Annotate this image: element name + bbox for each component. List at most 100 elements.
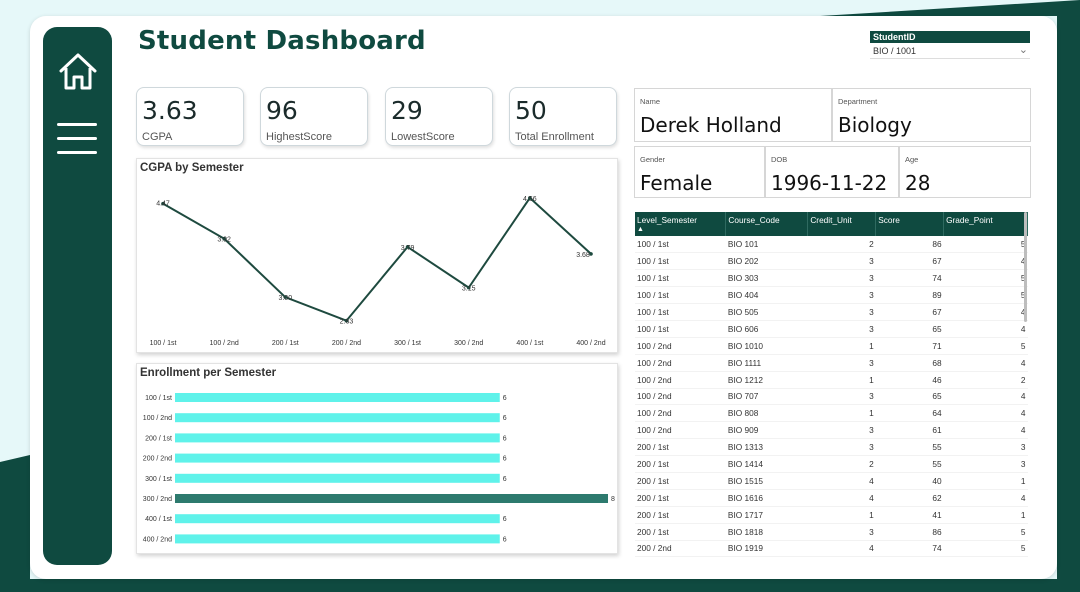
table-row[interactable]: 200 / 1st BIO 1818 3 86 5 (635, 523, 1028, 541)
kpi-label: Total Enrollment (515, 131, 594, 143)
student-id-slicer[interactable]: StudentID BIO / 1001 ⌄ (870, 31, 1030, 59)
sort-ascending-icon[interactable]: ▲ (637, 226, 644, 233)
table-cell: 1 (807, 404, 876, 423)
table-cell: BIO 1717 (725, 506, 808, 524)
y-tick-label: 400 / 2nd (143, 536, 172, 543)
table-cell: 67 (875, 303, 944, 321)
table-cell: BIO 1616 (725, 489, 808, 507)
table-cell: 1 (807, 337, 876, 355)
slicer-dropdown[interactable]: BIO / 1001 ⌄ (870, 43, 1030, 59)
column-header[interactable]: Credit_Unit (807, 212, 877, 236)
table-cell: 46 (875, 371, 944, 389)
table-cell: BIO 101 (725, 236, 808, 254)
table-cell: 67 (875, 252, 944, 271)
courses-table: Level_Semester ▲ Course_Code Credit_Unit Sco… (635, 212, 1028, 558)
table-cell: 2 (807, 236, 876, 254)
enrollment-bar (175, 473, 500, 483)
column-header[interactable]: Level_Semester ▲ (635, 212, 727, 236)
table-cell: 2 (807, 455, 876, 473)
table-cell: 55 (875, 438, 944, 457)
table-cell: 64 (875, 404, 944, 423)
table-cell: 100 / 2nd (635, 421, 726, 440)
table-cell: 200 / 1st (635, 455, 726, 473)
table-row[interactable]: 100 / 1stBIO 3033745 (635, 269, 1028, 288)
data-label: 4.47 (156, 201, 170, 208)
column-header[interactable]: Grade_Point (943, 212, 1028, 236)
column-header[interactable]: Score (875, 212, 945, 236)
table-cell: 4 (943, 421, 1028, 440)
table-cell: 41 (875, 506, 944, 524)
table-cell: 5 (943, 540, 1028, 558)
table-cell: 100 / 1st (635, 252, 726, 271)
info-label: Name (640, 97, 661, 106)
kpi-value: 3.63 (142, 96, 198, 125)
y-tick-label: 100 / 1st (145, 395, 172, 402)
student-gender: Female (640, 171, 713, 195)
student-dob: 1996-11-22 (771, 171, 888, 195)
table-cell: 4 (807, 540, 876, 558)
table-cell: 74 (875, 269, 944, 288)
kpi-card-highest-score: 96 HighestScore (260, 87, 368, 146)
info-label: DOB (771, 155, 788, 164)
table-row[interactable]: 100 / 1st BIO 606 3 65 4 (635, 320, 1028, 338)
table-row[interactable]: 100 / 2nd BIO 808 1 64 4 (635, 404, 1028, 423)
table-cell: 61 (875, 421, 944, 440)
data-label: 3.15 (462, 286, 476, 293)
table-cell: BIO 606 (725, 320, 808, 338)
table-row[interactable]: 100 / 1stBIO 2023674 (635, 252, 1028, 271)
table-cell: 3 (807, 354, 876, 372)
table-cell: BIO 1313 (725, 438, 808, 457)
x-tick-label: 100 / 1st (150, 340, 177, 347)
table-row[interactable]: 100 / 1stBIO 4043895 (635, 286, 1028, 305)
home-icon[interactable] (57, 49, 99, 93)
table-row[interactable]: 200 / 1st BIO 1414 2 55 3 (635, 455, 1028, 473)
table-cell: BIO 1919 (725, 540, 808, 558)
table-cell: 200 / 1st (635, 489, 726, 507)
data-label: 6 (503, 415, 507, 422)
table-cell: 5 (943, 269, 1028, 288)
table-row[interactable]: 100 / 2nd BIO 1010 1 71 5 (635, 337, 1028, 355)
data-label: 6 (503, 435, 507, 442)
table-cell: BIO 1212 (725, 371, 808, 389)
table-row[interactable]: 100 / 2nd BIO 1212 1 46 2 (635, 371, 1028, 389)
kpi-value: 96 (266, 96, 298, 125)
data-label: 6 (503, 536, 507, 543)
slicer-value: BIO / 1001 (873, 46, 917, 56)
table-cell: 4 (943, 303, 1028, 321)
table-row[interactable]: 100 / 2nd BIO 1111 3 68 4 (635, 354, 1028, 372)
table-cell: 3 (807, 523, 876, 541)
table-row[interactable]: 200 / 1st BIO 1515 4 40 1 (635, 472, 1028, 490)
table-cell: 65 (875, 320, 944, 338)
table-row[interactable]: 100 / 2nd BIO 909 3 61 4 (635, 421, 1028, 440)
enrollment-bar (175, 494, 608, 503)
table-row[interactable]: 100 / 2nd BIO 707 3 65 4 (635, 388, 1028, 406)
kpi-label: HighestScore (266, 131, 333, 143)
y-tick-label: 300 / 1st (145, 476, 172, 483)
chevron-down-icon[interactable]: ⌄ (1019, 43, 1028, 56)
table-cell: 200 / 1st (635, 506, 726, 524)
table-cell: 3 (807, 438, 876, 457)
menu-icon[interactable] (57, 123, 99, 157)
x-tick-label: 100 / 2nd (210, 340, 239, 347)
table-cell: 3 (807, 286, 876, 305)
table-cell: 200 / 1st (635, 472, 726, 490)
table-row[interactable]: 200 / 1st BIO 1616 4 62 4 (635, 489, 1028, 507)
enrollment-bar-chart: 100 / 1st 6 100 / 2nd 6 200 / 1st 6 200 / 2nd 6… (143, 393, 615, 544)
kpi-label: LowestScore (391, 131, 455, 143)
table-cell: BIO 1818 (725, 523, 808, 541)
table-row[interactable]: 100 / 1stBIO 1012865 (635, 236, 1028, 254)
info-card-gender: Gender Female (634, 146, 765, 198)
table-row[interactable]: 100 / 1stBIO 5053674 (635, 303, 1028, 321)
table-row[interactable]: 200 / 1st BIO 1313 3 55 3 (635, 438, 1028, 457)
table-cell: BIO 1010 (725, 337, 808, 355)
enrollment-bar (175, 413, 500, 423)
table-cell: 5 (943, 523, 1028, 541)
table-row[interactable]: 200 / 2nd BIO 1919 4 74 5 (635, 540, 1028, 558)
table-row[interactable]: 200 / 1st BIO 1717 1 41 1 (635, 506, 1028, 524)
table-scrollbar[interactable] (1024, 212, 1027, 322)
slicer-label: StudentID (870, 31, 1030, 43)
column-header[interactable]: Course_Code (725, 212, 809, 236)
table-cell: 68 (875, 354, 944, 372)
table-cell: 100 / 2nd (635, 337, 726, 355)
y-tick-label: 300 / 2nd (143, 496, 172, 503)
